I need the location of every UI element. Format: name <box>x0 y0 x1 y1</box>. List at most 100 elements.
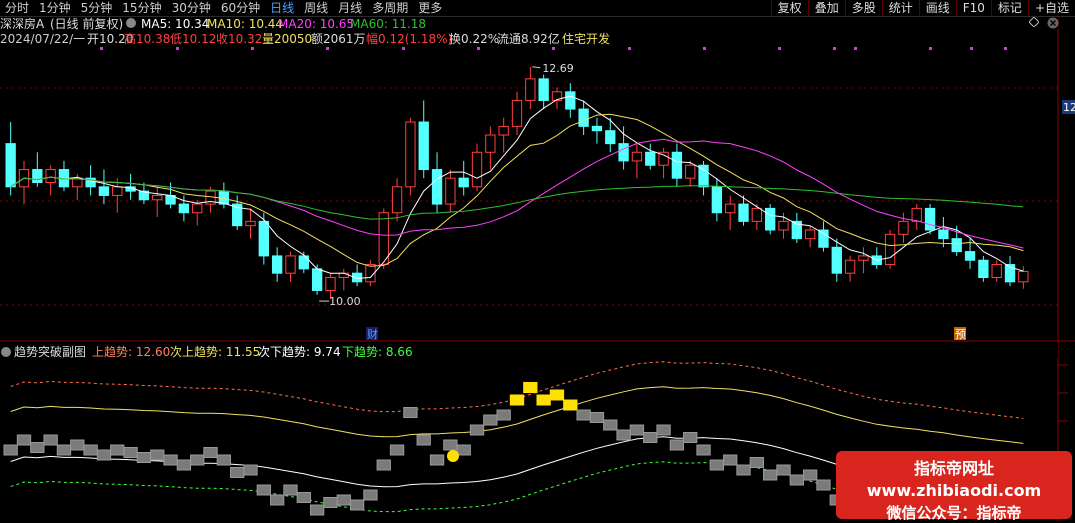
ma10-value: MA10: 10.44 <box>207 17 283 31</box>
sub-step-block <box>469 424 485 436</box>
candle-body <box>951 238 962 253</box>
sub-step-block <box>816 479 831 491</box>
period-tab[interactable]: 日线 <box>265 0 299 16</box>
close-icon[interactable] <box>1047 17 1059 29</box>
stock-name: 深深房A <box>0 16 45 31</box>
sub-step-block <box>43 434 58 446</box>
toolbar-tab[interactable]: 复权 <box>770 0 808 16</box>
candle-body <box>765 207 776 231</box>
candle-body <box>178 203 190 214</box>
candle-body <box>618 143 629 162</box>
candle-body <box>818 229 829 248</box>
sub-step-block <box>789 474 804 486</box>
watermark-line1: 指标帝网址 <box>913 459 994 478</box>
dropdown-icon <box>126 18 136 28</box>
candle-body <box>45 169 56 184</box>
toolbar-tab[interactable]: 统计 <box>881 0 919 16</box>
candle-body <box>884 233 896 266</box>
period-tab[interactable]: 更多 <box>413 0 447 16</box>
sub-step-block <box>269 494 285 506</box>
candle-body <box>591 125 603 132</box>
sub-dropdown-icon <box>1 347 11 357</box>
candle-body <box>831 246 842 274</box>
info-amount: 额2061万 <box>311 32 366 46</box>
period-tab[interactable]: 60分钟 <box>216 0 265 16</box>
candle-body <box>245 220 256 227</box>
sub-step-block <box>549 389 565 401</box>
sub-step-block <box>56 444 72 456</box>
sub-step-block <box>216 454 232 466</box>
sub-step-block <box>696 444 711 456</box>
date-marker <box>970 47 973 50</box>
sub-step-block <box>683 432 698 443</box>
watermark-line3: 微信公众号：指标帝 <box>886 504 1022 522</box>
sub-step-block <box>403 407 418 418</box>
sub-step-block <box>283 484 298 496</box>
watermark-badge: 指标帝网址 www.zhibiaodi.com 微信公众号：指标帝 <box>836 451 1072 522</box>
candle-body <box>338 272 349 279</box>
info-sector: 住宅开发 <box>562 31 610 46</box>
candle-body <box>578 108 589 127</box>
watermark-line2: www.zhibiaodi.com <box>866 481 1042 500</box>
period-tab[interactable]: 1分钟 <box>34 0 76 16</box>
candle-body <box>645 151 656 166</box>
period-tab[interactable]: 30分钟 <box>167 0 216 16</box>
toolbar-tab[interactable]: 多股 <box>844 0 882 16</box>
sub-step-block <box>256 484 271 496</box>
candle-body <box>152 194 163 201</box>
toolbar-tab[interactable]: 叠加 <box>807 0 845 16</box>
sub-step-block <box>70 439 85 451</box>
toolbar-tab[interactable]: +自选 <box>1027 0 1075 16</box>
candle-body <box>938 229 949 240</box>
kline-chart[interactable]: 12 12.69 10.00 财 预 深深房A (日线 前复权) MA5: 10.34MA10… <box>0 0 1075 521</box>
candle-body <box>485 134 496 153</box>
period-tab[interactable]: 周线 <box>299 0 333 16</box>
candle-body <box>738 203 749 222</box>
candle-body <box>471 151 483 188</box>
period-tab[interactable]: 分时 <box>0 0 34 16</box>
period-tab[interactable]: 15分钟 <box>117 0 166 16</box>
high-pointer <box>532 66 541 69</box>
toolbar-tab[interactable]: 画线 <box>918 0 956 16</box>
sub-step-block <box>16 434 32 446</box>
date-marker <box>929 47 932 50</box>
sub-step-block <box>669 439 685 451</box>
date-marker <box>402 47 405 50</box>
candle-body <box>192 203 203 214</box>
candle-body <box>685 164 696 179</box>
candle-body <box>538 78 549 101</box>
period-tab[interactable]: 5分钟 <box>76 0 118 16</box>
date-marker <box>1004 47 1007 50</box>
info-high: 高10.38 <box>124 31 170 46</box>
sub-subup: 次上趋势: 11.55 <box>170 345 260 359</box>
diamond-icon[interactable] <box>1029 17 1039 27</box>
candle-body <box>858 255 869 261</box>
period-tab[interactable]: 月线 <box>333 0 367 16</box>
candle-body <box>391 186 403 214</box>
sub-step-block <box>456 444 471 456</box>
chart-mode: (日线 前复权) <box>50 16 123 31</box>
candle-body <box>565 91 576 110</box>
info-float: 流通8.92亿 <box>497 31 560 46</box>
date-marker <box>251 47 254 50</box>
candle-body <box>844 259 856 274</box>
candle-body <box>32 169 43 184</box>
sub-step-block <box>243 464 258 476</box>
candle-body <box>5 143 16 188</box>
ma60-line <box>10 176 1024 220</box>
period-tab[interactable]: 多周期 <box>367 0 413 16</box>
sub-step-block <box>589 412 605 423</box>
sub-step-block <box>429 454 445 466</box>
forecast-badge-label: 预 <box>955 328 966 341</box>
sub-step-block <box>363 489 378 501</box>
high-label: 12.69 <box>542 62 574 75</box>
info-turnover: 换0.22% <box>449 32 499 46</box>
toolbar-tab[interactable]: F10 <box>955 0 991 16</box>
sub-step-block <box>709 459 725 471</box>
candle-body <box>978 259 989 278</box>
candle-body <box>725 203 736 214</box>
toolbar-tab[interactable]: 标记 <box>990 0 1028 16</box>
date-marker <box>854 47 857 50</box>
ma10-line <box>10 113 1024 267</box>
sub-step-block <box>83 444 98 456</box>
